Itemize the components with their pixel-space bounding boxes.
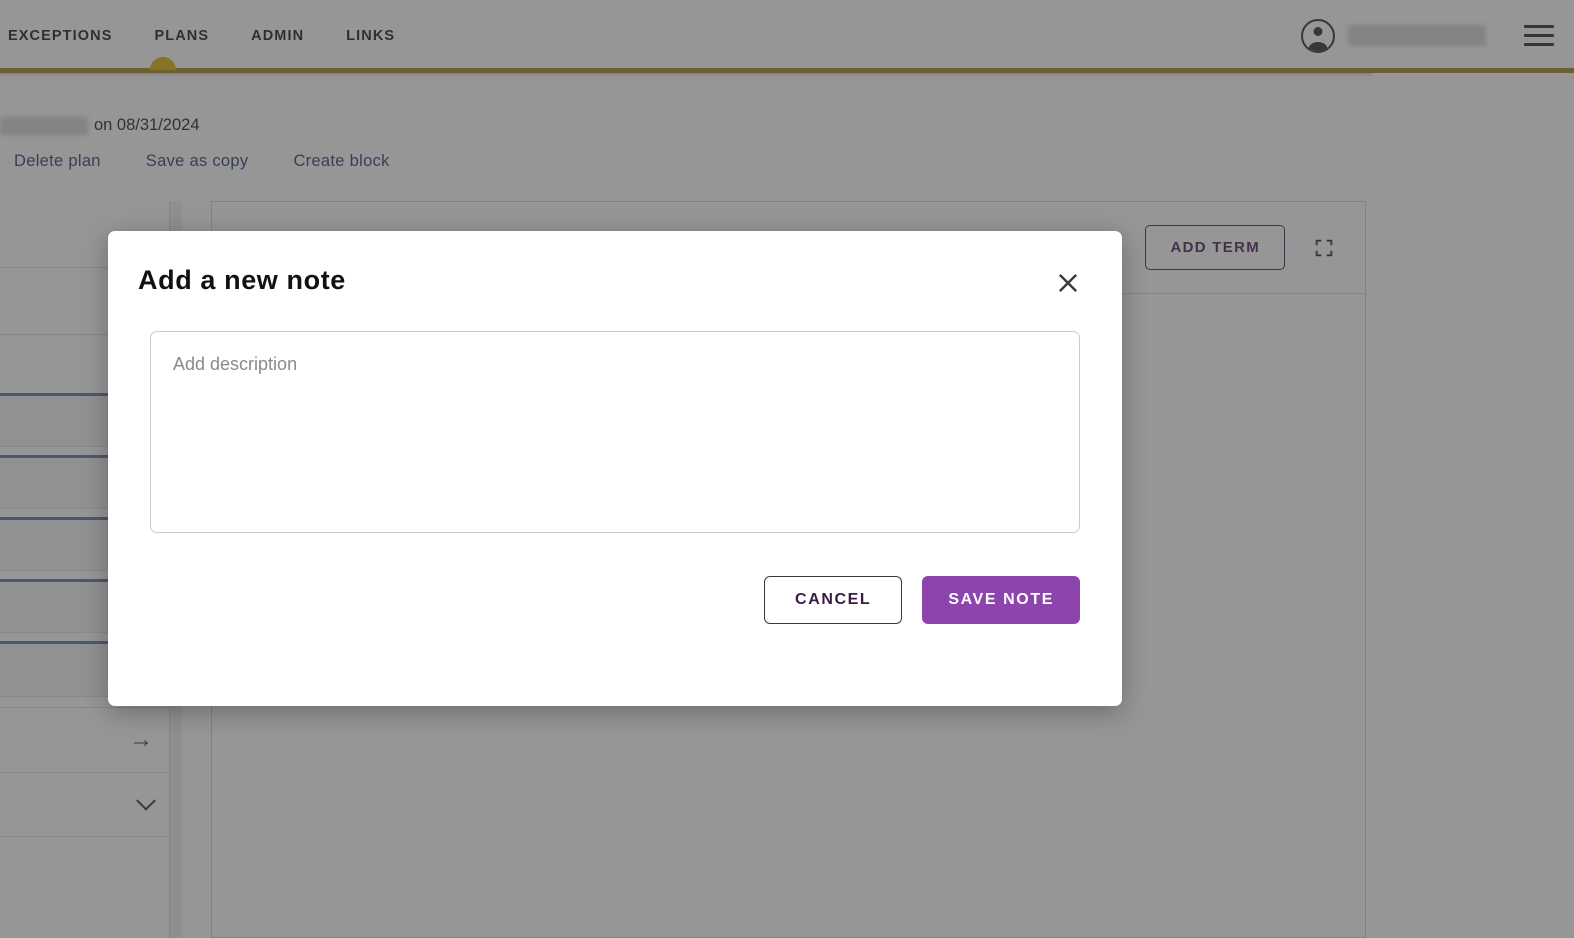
dialog-actions: CANCEL SAVE NOTE xyxy=(108,538,1122,624)
close-icon[interactable] xyxy=(1054,269,1082,297)
add-note-dialog: Add a new note CANCEL SAVE NOTE xyxy=(108,231,1122,706)
dialog-header: Add a new note xyxy=(108,231,1122,297)
dialog-title: Add a new note xyxy=(138,265,346,295)
save-note-button[interactable]: SAVE NOTE xyxy=(922,576,1080,624)
note-description-input[interactable] xyxy=(150,331,1080,533)
cancel-button[interactable]: CANCEL xyxy=(764,576,903,624)
dialog-body xyxy=(108,297,1122,538)
